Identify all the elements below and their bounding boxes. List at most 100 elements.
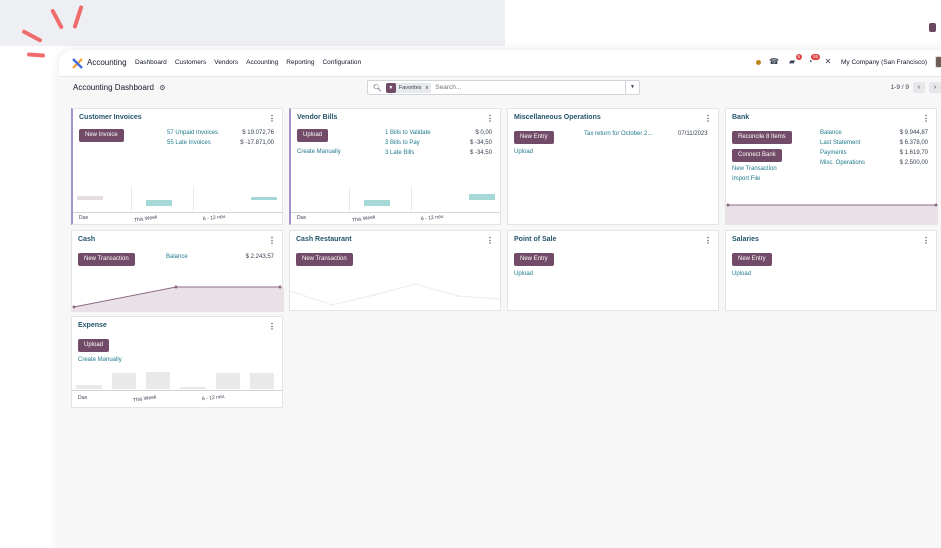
search-bar[interactable]: 🔍︎ ▼ Favorites x ▼ [367, 80, 640, 95]
app-name[interactable]: Accounting [87, 58, 127, 67]
chart-bar [146, 200, 172, 206]
bills-to-validate-value: $ 0,00 [475, 130, 492, 136]
chat-badge: 5 [795, 54, 803, 60]
card-title[interactable]: Point of Sale [514, 236, 556, 243]
accounting-app-icon[interactable] [72, 58, 83, 69]
import-file-link[interactable]: Import File [732, 176, 760, 182]
chart-bar [216, 373, 240, 389]
card-cash: Cash ⋮ New Transaction Balance $ 2.243,5… [71, 230, 284, 312]
bills-to-pay-link[interactable]: 3 Bills to Pay [385, 140, 420, 146]
card-menu-icon[interactable]: ⋮ [922, 236, 930, 245]
unpaid-invoices-link[interactable]: 57 Unpaid Invoices [167, 130, 218, 136]
filter-icon: ▼ [385, 82, 396, 93]
cash-balance-graph [72, 285, 284, 312]
clock-icon[interactable]: ◔ 26 [805, 54, 821, 67]
chart-baseline [73, 212, 282, 213]
card-title[interactable]: Customer Invoices [79, 114, 142, 121]
card-menu-icon[interactable]: ⋮ [268, 114, 276, 123]
upload-expense-button[interactable]: Upload [78, 339, 110, 352]
chart-bar [146, 372, 170, 389]
connect-bank-button[interactable]: Connect Bank [732, 149, 782, 162]
upload-bill-button[interactable]: Upload [297, 129, 329, 142]
pager-prev-icon[interactable]: ‹ [913, 82, 925, 93]
upload-link[interactable]: Upload [514, 271, 533, 277]
facet-remove-icon[interactable]: x [426, 85, 429, 91]
chat-icon[interactable]: ▰ 5 [787, 54, 803, 67]
card-menu-icon[interactable]: ⋮ [922, 114, 930, 123]
chart-bar [112, 373, 136, 389]
card-menu-icon[interactable]: ⋮ [704, 236, 712, 245]
top-navbar: Accounting Dashboard Customers Vendors A… [59, 50, 941, 77]
menu-accounting[interactable]: Accounting [246, 59, 278, 66]
main-menu: Dashboard Customers Vendors Accounting R… [135, 59, 369, 66]
tools-icon[interactable]: ✕ [823, 57, 833, 67]
card-expense: Expense ⋮ Upload Create Manually Due Thi… [71, 316, 283, 408]
unpaid-invoices-value: $ 19.072,76 [242, 130, 274, 136]
menu-configuration[interactable]: Configuration [322, 59, 361, 66]
cash-balance-label[interactable]: Balance [166, 254, 188, 260]
card-menu-icon[interactable]: ⋮ [486, 114, 494, 123]
new-invoice-button[interactable]: New Invoice [79, 129, 124, 142]
menu-dashboard[interactable]: Dashboard [135, 59, 167, 66]
new-transaction-button[interactable]: New Transaction [78, 253, 135, 266]
create-manually-link[interactable]: Create Manually [78, 357, 122, 363]
tax-return-link[interactable]: Tax return for October 2... [584, 131, 652, 137]
new-entry-button[interactable]: New Entry [732, 253, 772, 266]
payments-value: $ 1.619,70 [899, 150, 928, 156]
card-title[interactable]: Expense [78, 322, 107, 329]
misc-operations-label[interactable]: Misc. Operations [820, 160, 865, 166]
phone-icon[interactable]: ☎ [769, 57, 779, 67]
card-menu-icon[interactable]: ⋮ [704, 114, 712, 123]
menu-vendors[interactable]: Vendors [214, 59, 238, 66]
card-menu-icon[interactable]: ⋮ [268, 236, 276, 245]
gear-icon[interactable]: ⚙ [159, 85, 165, 92]
late-invoices-link[interactable]: 55 Late Invoices [167, 140, 211, 146]
user-avatar[interactable] [935, 56, 941, 68]
new-entry-button[interactable]: New Entry [514, 131, 554, 144]
favorites-facet[interactable]: ▼ Favorites x [385, 82, 432, 93]
company-switcher[interactable]: My Company (San Francisco) [841, 59, 927, 66]
search-options-toggle-icon[interactable]: ▼ [625, 81, 639, 94]
new-transaction-button[interactable]: New Transaction [296, 253, 353, 266]
new-transaction-link[interactable]: New Transaction [732, 166, 777, 172]
bank-balance-label[interactable]: Balance [820, 130, 842, 136]
card-title[interactable]: Vendor Bills [297, 114, 337, 121]
chart-bar [77, 196, 103, 200]
chart-bar [76, 385, 102, 389]
chart-baseline [291, 212, 500, 213]
upload-link[interactable]: Upload [514, 149, 533, 155]
status-dot-icon[interactable] [756, 59, 762, 65]
pager-value[interactable]: 1-9 / 9 [891, 84, 909, 91]
new-entry-button[interactable]: New Entry [514, 253, 554, 266]
card-title[interactable]: Miscellaneous Operations [514, 114, 601, 121]
page-title: Accounting Dashboard [73, 83, 154, 92]
card-menu-icon[interactable]: ⋮ [486, 236, 494, 245]
bank-balance-value: $ 9.944,87 [899, 130, 928, 136]
breadcrumb: Accounting Dashboard ⚙ [73, 83, 165, 92]
menu-customers[interactable]: Customers [175, 59, 206, 66]
payments-label[interactable]: Payments [820, 150, 847, 156]
search-icon[interactable]: 🔍︎ [373, 84, 382, 92]
pager-next-icon[interactable]: › [929, 82, 941, 93]
last-statement-value: $ 6.378,00 [899, 140, 928, 146]
card-title[interactable]: Bank [732, 114, 749, 121]
last-statement-label[interactable]: Last Statement [820, 140, 860, 146]
card-title[interactable]: Salaries [732, 236, 759, 243]
card-title[interactable]: Cash [78, 236, 95, 243]
misc-operations-value: $ 2.500,00 [899, 160, 928, 166]
card-title[interactable]: Cash Restaurant [296, 236, 352, 243]
chart-axis-label: Due [78, 395, 88, 401]
late-bills-link[interactable]: 3 Late Bills [385, 150, 414, 156]
pager: 1-9 / 9 ‹ › [891, 82, 941, 93]
chart-axis-label: 6 - 12 nov. [201, 393, 226, 403]
reconcile-items-button[interactable]: Reconcile 8 Items [732, 131, 792, 144]
control-panel: Accounting Dashboard ⚙ 🔍︎ ▼ Favorites x … [59, 77, 941, 99]
activity-badge: 26 [811, 54, 821, 60]
upload-link[interactable]: Upload [732, 271, 751, 277]
app-window: Accounting Dashboard Customers Vendors A… [59, 50, 941, 548]
bills-to-validate-link[interactable]: 1 Bills to Validate [385, 130, 431, 136]
card-menu-icon[interactable]: ⋮ [268, 322, 276, 331]
search-input[interactable] [435, 84, 606, 91]
create-manually-link[interactable]: Create Manually [297, 149, 341, 155]
menu-reporting[interactable]: Reporting [286, 59, 314, 66]
